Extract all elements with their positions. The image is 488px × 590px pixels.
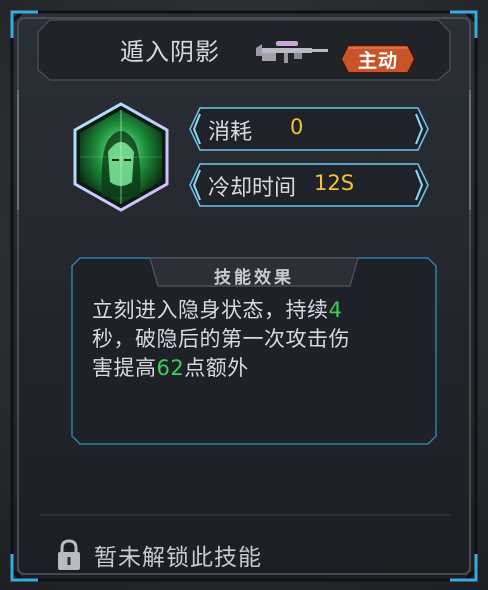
badge-label: 主动: [357, 50, 398, 72]
effect-text-part2b: 害提高: [92, 356, 157, 380]
skill-tooltip-screen: 遁入阴影 主动 消耗 0 冷却时间 12S 技能效果 立刻进入隐身状态，持续4 …: [0, 0, 488, 590]
sniper-rifle-icon: [256, 41, 328, 63]
effect-title: 技能效果: [214, 268, 294, 288]
hooded-agent-portrait: [73, 102, 169, 212]
effect-duration: 4: [328, 298, 343, 322]
cooldown-value: 12S: [314, 171, 355, 195]
effect-text-part3: 点额外: [184, 356, 249, 380]
cost-value: 0: [290, 115, 304, 139]
cost-label: 消耗: [208, 120, 253, 145]
skill-name: 遁入阴影: [120, 38, 220, 66]
padlock-icon: [58, 539, 80, 570]
locked-status-text: 暂未解锁此技能: [94, 545, 262, 571]
effect-text-part2a: 秒，破隐后的第一次攻击伤: [92, 327, 350, 351]
cooldown-label: 冷却时间: [208, 176, 297, 201]
skill-info-panel: 遁入阴影 主动 消耗 0 冷却时间 12S 技能效果 立刻进入隐身状态，持续4 …: [10, 10, 478, 582]
effect-bonus: 62: [156, 356, 185, 380]
cost-stat-row: 消耗 0: [186, 106, 430, 152]
skill-type-badge: 主动: [340, 44, 416, 74]
skill-effect-box: 技能效果 立刻进入隐身状态，持续4 秒，破隐后的第一次攻击伤 害提高62点额外: [70, 256, 438, 446]
cooldown-stat-row: 冷却时间 12S: [186, 162, 430, 208]
effect-text-part1: 立刻进入隐身状态，持续: [92, 298, 329, 322]
effect-description: 立刻进入隐身状态，持续4 秒，破隐后的第一次攻击伤 害提高62点额外: [92, 296, 422, 383]
